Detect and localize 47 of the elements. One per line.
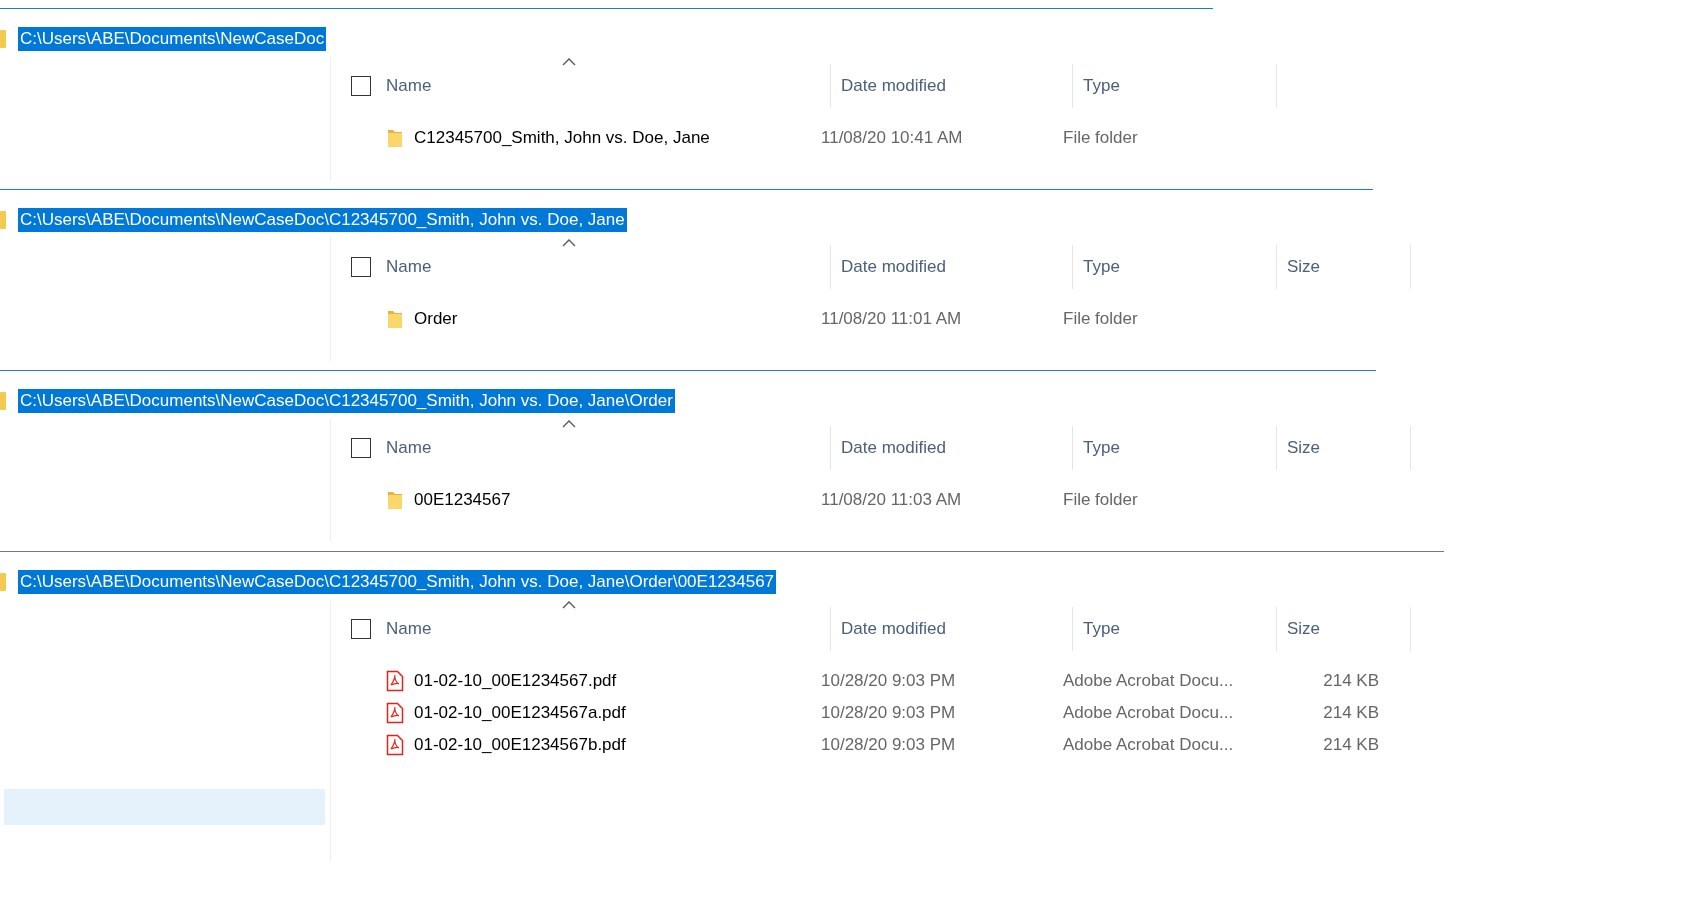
select-all-checkbox[interactable] — [351, 438, 371, 458]
path-text[interactable]: C:\Users\ABE\Documents\NewCaseDoc\C12345700_Smith, John vs. Doe, Jane\Order — [18, 389, 675, 413]
file-type: Adobe Acrobat Docu... — [1062, 702, 1235, 725]
select-all-checkbox[interactable] — [351, 619, 371, 639]
file-name[interactable]: 01-02-10_00E1234567a.pdf — [414, 700, 626, 726]
column-header[interactable]: Date modified — [831, 426, 1073, 470]
file-name[interactable]: Order — [414, 306, 458, 332]
select-all-checkbox[interactable] — [351, 76, 371, 96]
file-name[interactable]: C12345700_Smith, John vs. Doe, Jane — [414, 125, 710, 151]
column-header[interactable]: Type — [1073, 245, 1277, 289]
file-name[interactable]: 01-02-10_00E1234567.pdf — [414, 668, 617, 694]
column-header[interactable]: Name — [386, 426, 831, 470]
file-name[interactable]: 01-02-10_00E1234567b.pdf — [414, 732, 626, 758]
date-modified: 10/28/20 9:03 PM — [820, 734, 957, 757]
select-all-checkbox[interactable] — [351, 257, 371, 277]
column-header[interactable]: Size — [1277, 245, 1411, 289]
pdf-file-icon — [386, 702, 404, 724]
file-size: 214 KB — [1322, 670, 1380, 693]
column-header[interactable]: Type — [1073, 64, 1277, 108]
date-modified: 10/28/20 9:03 PM — [820, 670, 957, 693]
file-type: File folder — [1062, 127, 1139, 150]
column-header[interactable]: Name — [386, 607, 831, 651]
path-text[interactable]: C:\Users\ABE\Documents\NewCaseDoc\C12345700_Smith, John vs. Doe, Jane\Order\00E1234567 — [18, 570, 777, 594]
column-header[interactable]: Date modified — [831, 64, 1073, 108]
date-modified: 11/08/20 10:41 AM — [820, 127, 964, 150]
file-type: Adobe Acrobat Docu... — [1062, 670, 1235, 693]
file-size: 214 KB — [1322, 702, 1380, 725]
column-header[interactable]: Type — [1073, 607, 1277, 651]
path-text[interactable]: C:\Users\ABE\Documents\NewCaseDoc\C12345700_Smith, John vs. Doe, Jane — [18, 208, 627, 232]
column-header[interactable]: Date modified — [831, 245, 1073, 289]
file-type: File folder — [1062, 489, 1139, 512]
date-modified: 11/08/20 11:01 AM — [820, 308, 963, 331]
pdf-file-icon — [386, 670, 404, 692]
date-modified: 10/28/20 9:03 PM — [820, 702, 957, 725]
file-size: 214 KB — [1322, 734, 1380, 757]
column-header[interactable]: Name — [386, 245, 831, 289]
path-text[interactable]: C:\Users\ABE\Documents\NewCaseDoc — [18, 27, 327, 51]
date-modified: 11/08/20 11:03 AM — [820, 489, 963, 512]
column-header[interactable]: Type — [1073, 426, 1277, 470]
column-header[interactable]: Date modified — [831, 607, 1073, 651]
column-header[interactable]: Size — [1277, 607, 1411, 651]
pdf-file-icon — [386, 734, 404, 756]
file-type: File folder — [1062, 308, 1139, 331]
file-type: Adobe Acrobat Docu... — [1062, 734, 1235, 757]
column-header[interactable]: Size — [1277, 426, 1411, 470]
column-header[interactable]: Name — [386, 64, 831, 108]
file-name[interactable]: 00E1234567 — [414, 487, 511, 513]
